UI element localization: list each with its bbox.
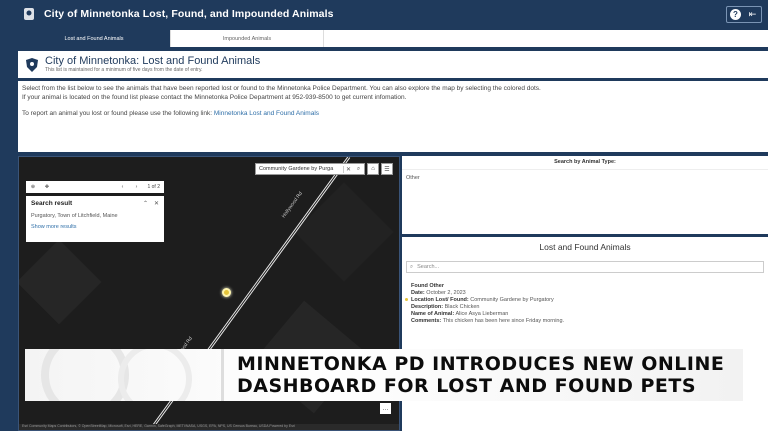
info-text-1: Select from the list below to see the an…	[22, 85, 541, 92]
list-icon[interactable]: ☰	[381, 163, 393, 175]
entry-date: October 2, 2023	[426, 290, 466, 296]
headline-line-2: DASHBOARD FOR LOST AND FOUND PETS	[237, 375, 697, 397]
map-attribution: Esri Community Maps Contributors, © Open…	[19, 424, 399, 430]
search-by-type-panel: Search by Animal Type: Other	[402, 156, 768, 234]
popup-result-text: Purgatory, Town of Litchfield, Maine	[31, 213, 118, 219]
clear-icon[interactable]: ✕	[343, 165, 353, 173]
lost-found-list-panel: Lost and Found Animals ⌕ Search... Found…	[402, 237, 768, 431]
police-shield-icon	[26, 57, 38, 72]
search-result-popup: Search result ⌃ ✕ Purgatory, Town of Lit…	[26, 196, 164, 242]
status-dot-icon	[405, 298, 408, 301]
app-title: City of Minnetonka Lost, Found, and Impo…	[44, 8, 334, 20]
info-text-2: If your animal is located on the found l…	[22, 94, 407, 101]
headline-line-1: MINNETONKA PD INTRODUCES NEW ONLINE	[237, 353, 725, 375]
search-icon: ⌕	[410, 263, 414, 270]
search-by-type-title: Search by Animal Type:	[402, 156, 768, 170]
tab-bar-filler	[324, 30, 768, 47]
info-link-prefix: To report an animal you lost or found pl…	[22, 110, 214, 117]
close-icon[interactable]: ✕	[154, 200, 159, 207]
info-text-3: To report an animal you lost or found pl…	[22, 109, 764, 118]
map-search-input[interactable]: Community Gardene by Purga ✕ ⌕	[255, 163, 365, 175]
description-label: Description:	[411, 304, 444, 310]
entry-description: Black Chicken	[444, 304, 480, 310]
news-headline: MINNETONKA PD INTRODUCES NEW ONLINE DASH…	[237, 353, 724, 397]
tab-bar: Lost and Found Animals Impounded Animals	[18, 30, 768, 47]
date-label: Date:	[411, 290, 425, 296]
popup-toolbar: ⊕ ✥ ‹ › 1 of 2	[26, 181, 164, 193]
news-lower-third: MINNETONKA PD INTRODUCES NEW ONLINE DASH…	[25, 349, 743, 401]
lower-third-divider	[221, 349, 224, 401]
entry-comments: This chicken has been here since Friday …	[442, 318, 565, 324]
location-label: Location Lost/ Found:	[411, 297, 469, 303]
show-more-results-link[interactable]: Show more results	[31, 224, 159, 230]
chevron-up-icon[interactable]: ⌃	[143, 200, 148, 207]
tab-impounded[interactable]: Impounded Animals	[171, 30, 324, 47]
app-header: City of Minnetonka Lost, Found, and Impo…	[0, 0, 768, 28]
more-icon[interactable]: …	[380, 403, 391, 414]
entry-status: Found Other	[411, 283, 444, 289]
popup-title: Search result	[31, 200, 73, 207]
comments-label: Comments:	[411, 318, 442, 324]
page-title: City of Minnetonka: Lost and Found Anima…	[45, 55, 261, 67]
list-search-placeholder: Search...	[417, 264, 440, 270]
list-item[interactable]: Found Other Date: October 2, 2023 Locati…	[402, 283, 768, 325]
animal-type-option[interactable]: Other	[402, 170, 768, 186]
pan-icon[interactable]: ✥	[40, 184, 54, 190]
header-buttons: ? ⇤	[726, 6, 762, 23]
entry-location: Community Gardene by Purgatory	[470, 297, 554, 303]
collapse-icon[interactable]: ⇤	[744, 7, 761, 22]
page-subtitle: This list is maintained for a minimum of…	[45, 67, 203, 73]
list-search-input[interactable]: ⌕ Search...	[406, 261, 764, 273]
info-panel: Select from the list below to see the an…	[18, 81, 768, 152]
list-title: Lost and Found Animals	[539, 242, 631, 252]
tab-lost-and-found[interactable]: Lost and Found Animals	[18, 30, 171, 47]
entry-name: Alice Asya Lieberman	[455, 311, 509, 317]
zoom-to-icon[interactable]: ⊕	[26, 184, 40, 190]
animal-location-pin[interactable]	[222, 288, 231, 297]
popup-pager: 1 of 2	[147, 184, 160, 190]
home-icon[interactable]: ⌂	[367, 163, 379, 175]
previous-icon[interactable]: ‹	[115, 184, 129, 190]
name-label: Name of Animal:	[411, 311, 455, 317]
next-icon[interactable]: ›	[129, 184, 143, 190]
search-icon[interactable]: ⌕	[353, 166, 364, 173]
help-icon[interactable]: ?	[730, 9, 741, 20]
report-animal-link[interactable]: Minnetonka Lost and Found Animals	[214, 110, 319, 117]
station-swirl-graphic	[41, 349, 192, 401]
map-search-value: Community Gardene by Purga	[259, 166, 334, 172]
city-logo-icon	[22, 6, 36, 22]
title-panel: City of Minnetonka: Lost and Found Anima…	[18, 51, 768, 78]
